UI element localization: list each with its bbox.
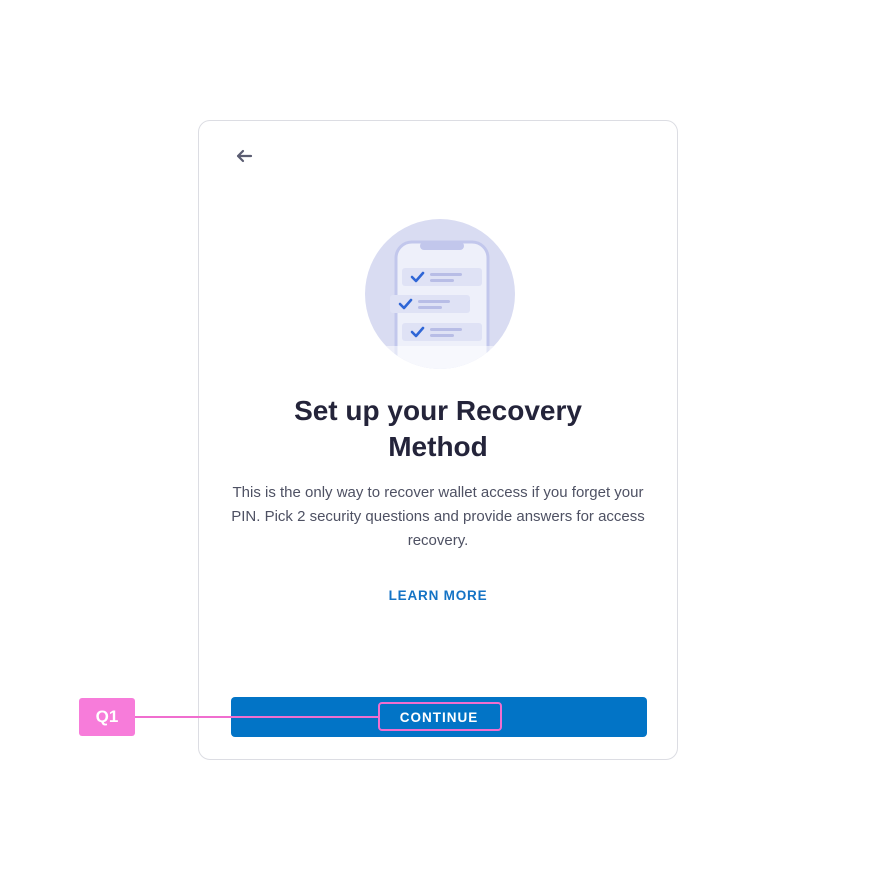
page: Set up your Recovery Method This is the …	[0, 0, 877, 883]
phone-checklist-illustration	[362, 216, 518, 372]
arrow-left-icon	[235, 149, 253, 168]
page-title: Set up your Recovery Method	[294, 395, 582, 462]
annotation-highlight-box	[378, 702, 502, 731]
annotation-leader-line	[134, 716, 378, 718]
annotation-tag: Q1	[79, 698, 135, 736]
learn-more-link[interactable]: LEARN MORE	[199, 588, 677, 603]
back-button[interactable]	[231, 145, 257, 171]
description-text: This is the only way to recover wallet a…	[231, 484, 645, 549]
recovery-setup-card: Set up your Recovery Method This is the …	[198, 120, 678, 760]
